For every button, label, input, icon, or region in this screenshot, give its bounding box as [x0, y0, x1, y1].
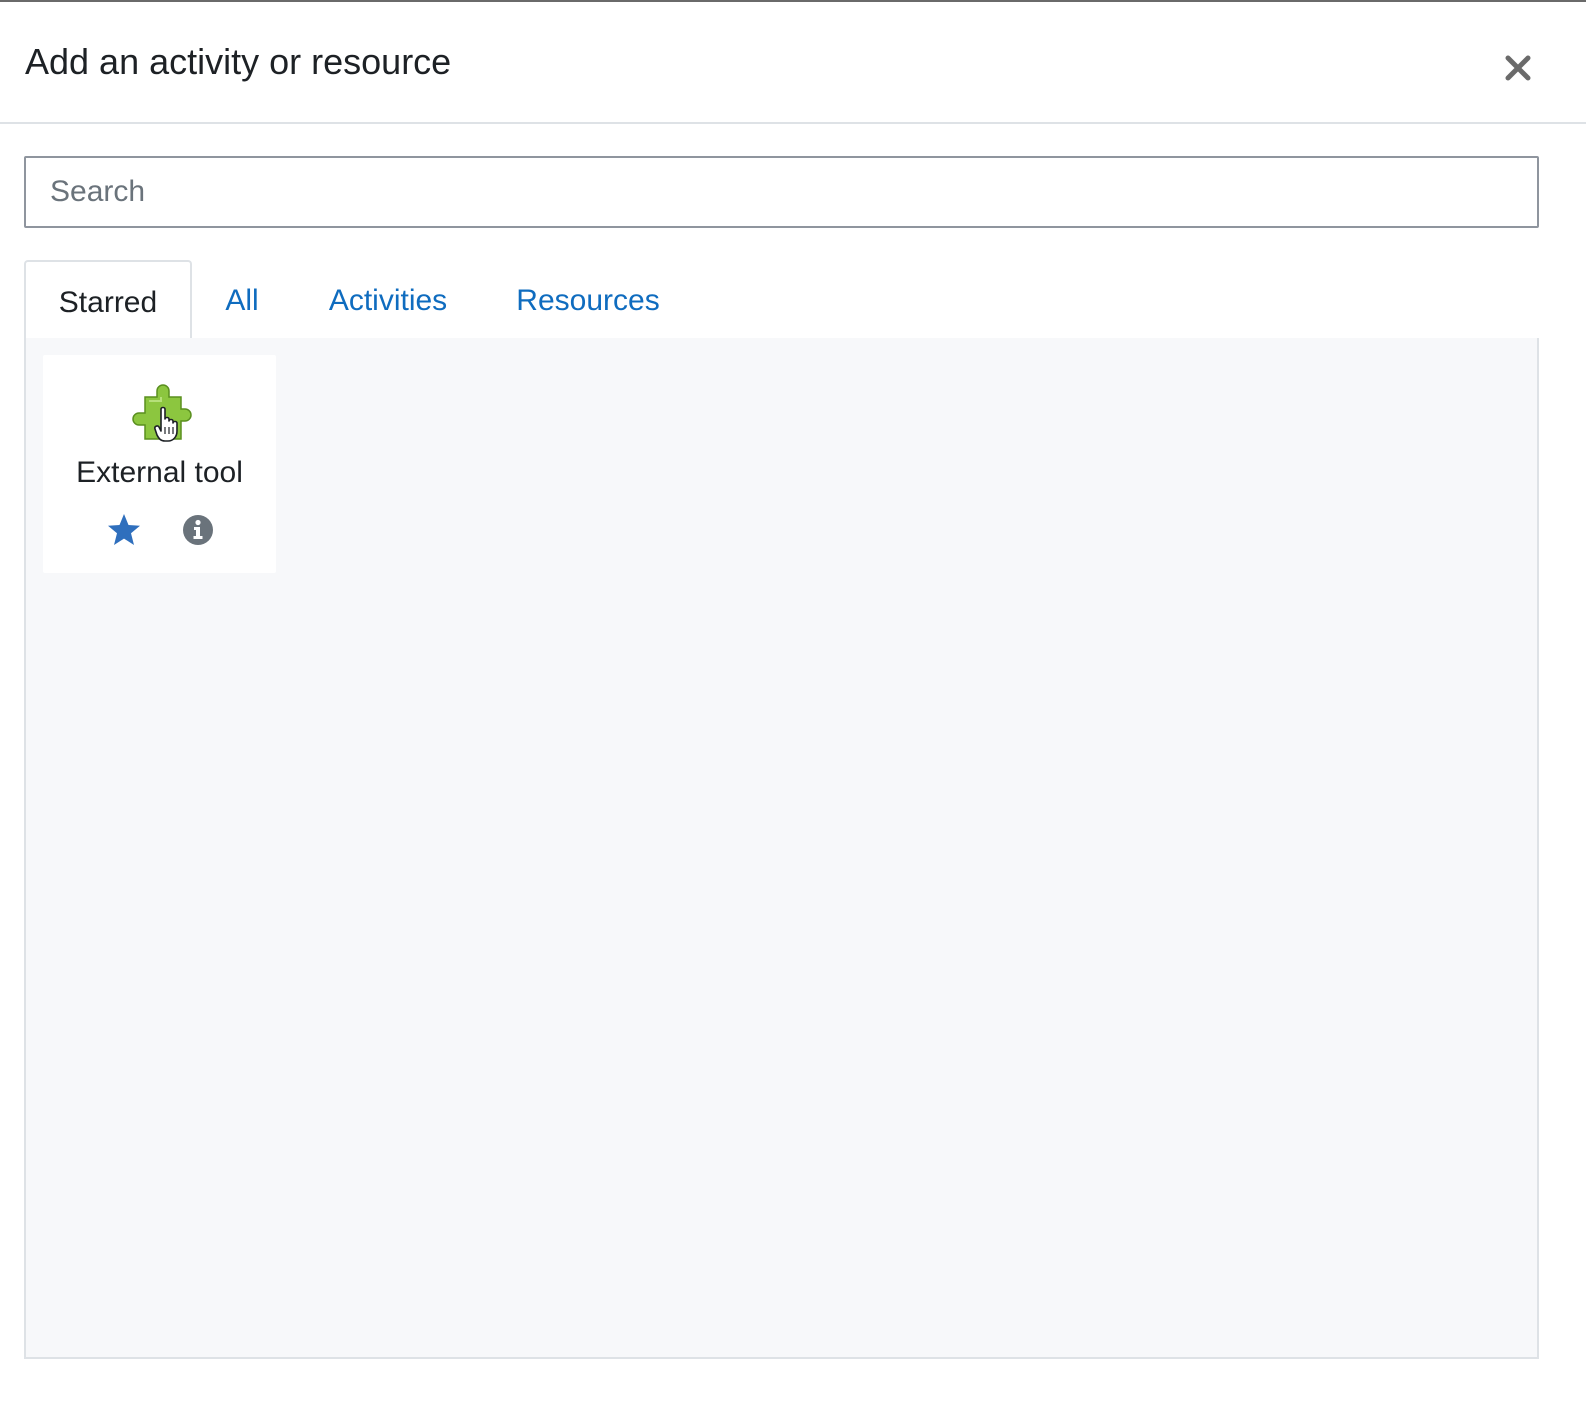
item-name[interactable]: External tool: [43, 455, 276, 491]
puzzle-piece-icon: [132, 384, 192, 442]
tab-resources[interactable]: Resources: [508, 260, 668, 340]
close-icon: [1505, 55, 1531, 81]
tab-activities[interactable]: Activities: [318, 260, 458, 340]
modal-title: Add an activity or resource: [25, 41, 452, 82]
tab-panel-starred: External tool: [24, 338, 1539, 1359]
search-input[interactable]: [24, 156, 1539, 228]
star-icon: [108, 514, 140, 545]
tab-starred[interactable]: Starred: [24, 260, 192, 342]
close-button[interactable]: [1496, 46, 1540, 90]
tab-list: Starred All Activities Resources: [24, 260, 1539, 342]
info-button[interactable]: [179, 511, 217, 549]
tab-all[interactable]: All: [214, 260, 270, 340]
modal-header: Add an activity or resource: [0, 2, 1586, 124]
star-button[interactable]: [105, 511, 143, 549]
item-card-external-tool[interactable]: External tool: [43, 355, 276, 573]
info-icon: [183, 515, 213, 545]
